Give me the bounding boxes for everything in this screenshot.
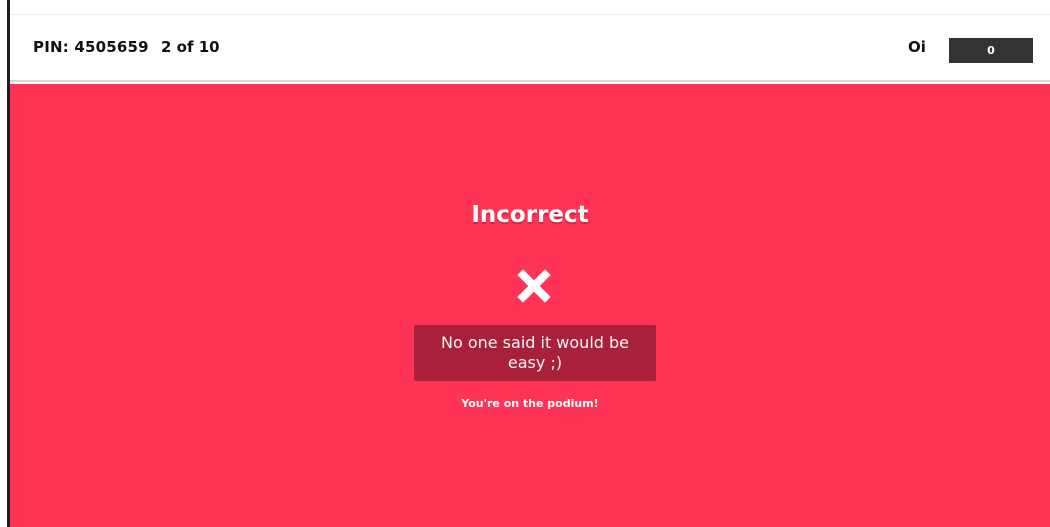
score-value: 0 <box>987 44 995 57</box>
window-edge <box>0 0 10 527</box>
feedback-message: No one said it would be easy ;) <box>414 325 656 381</box>
game-pin: PIN: 4505659 <box>33 38 149 56</box>
x-icon <box>517 269 551 303</box>
game-header: PIN: 4505659 2 of 10 Oi 0 <box>10 14 1050 82</box>
question-progress: 2 of 10 <box>161 38 220 56</box>
answer-result-panel: Incorrect No one said it would be easy ;… <box>10 84 1050 527</box>
feedback-message-text: No one said it would be easy ;) <box>440 333 630 372</box>
podium-status: You're on the podium! <box>461 397 599 410</box>
result-title: Incorrect <box>471 202 589 228</box>
score-badge: 0 <box>949 38 1033 63</box>
player-name: Oi <box>908 38 926 56</box>
